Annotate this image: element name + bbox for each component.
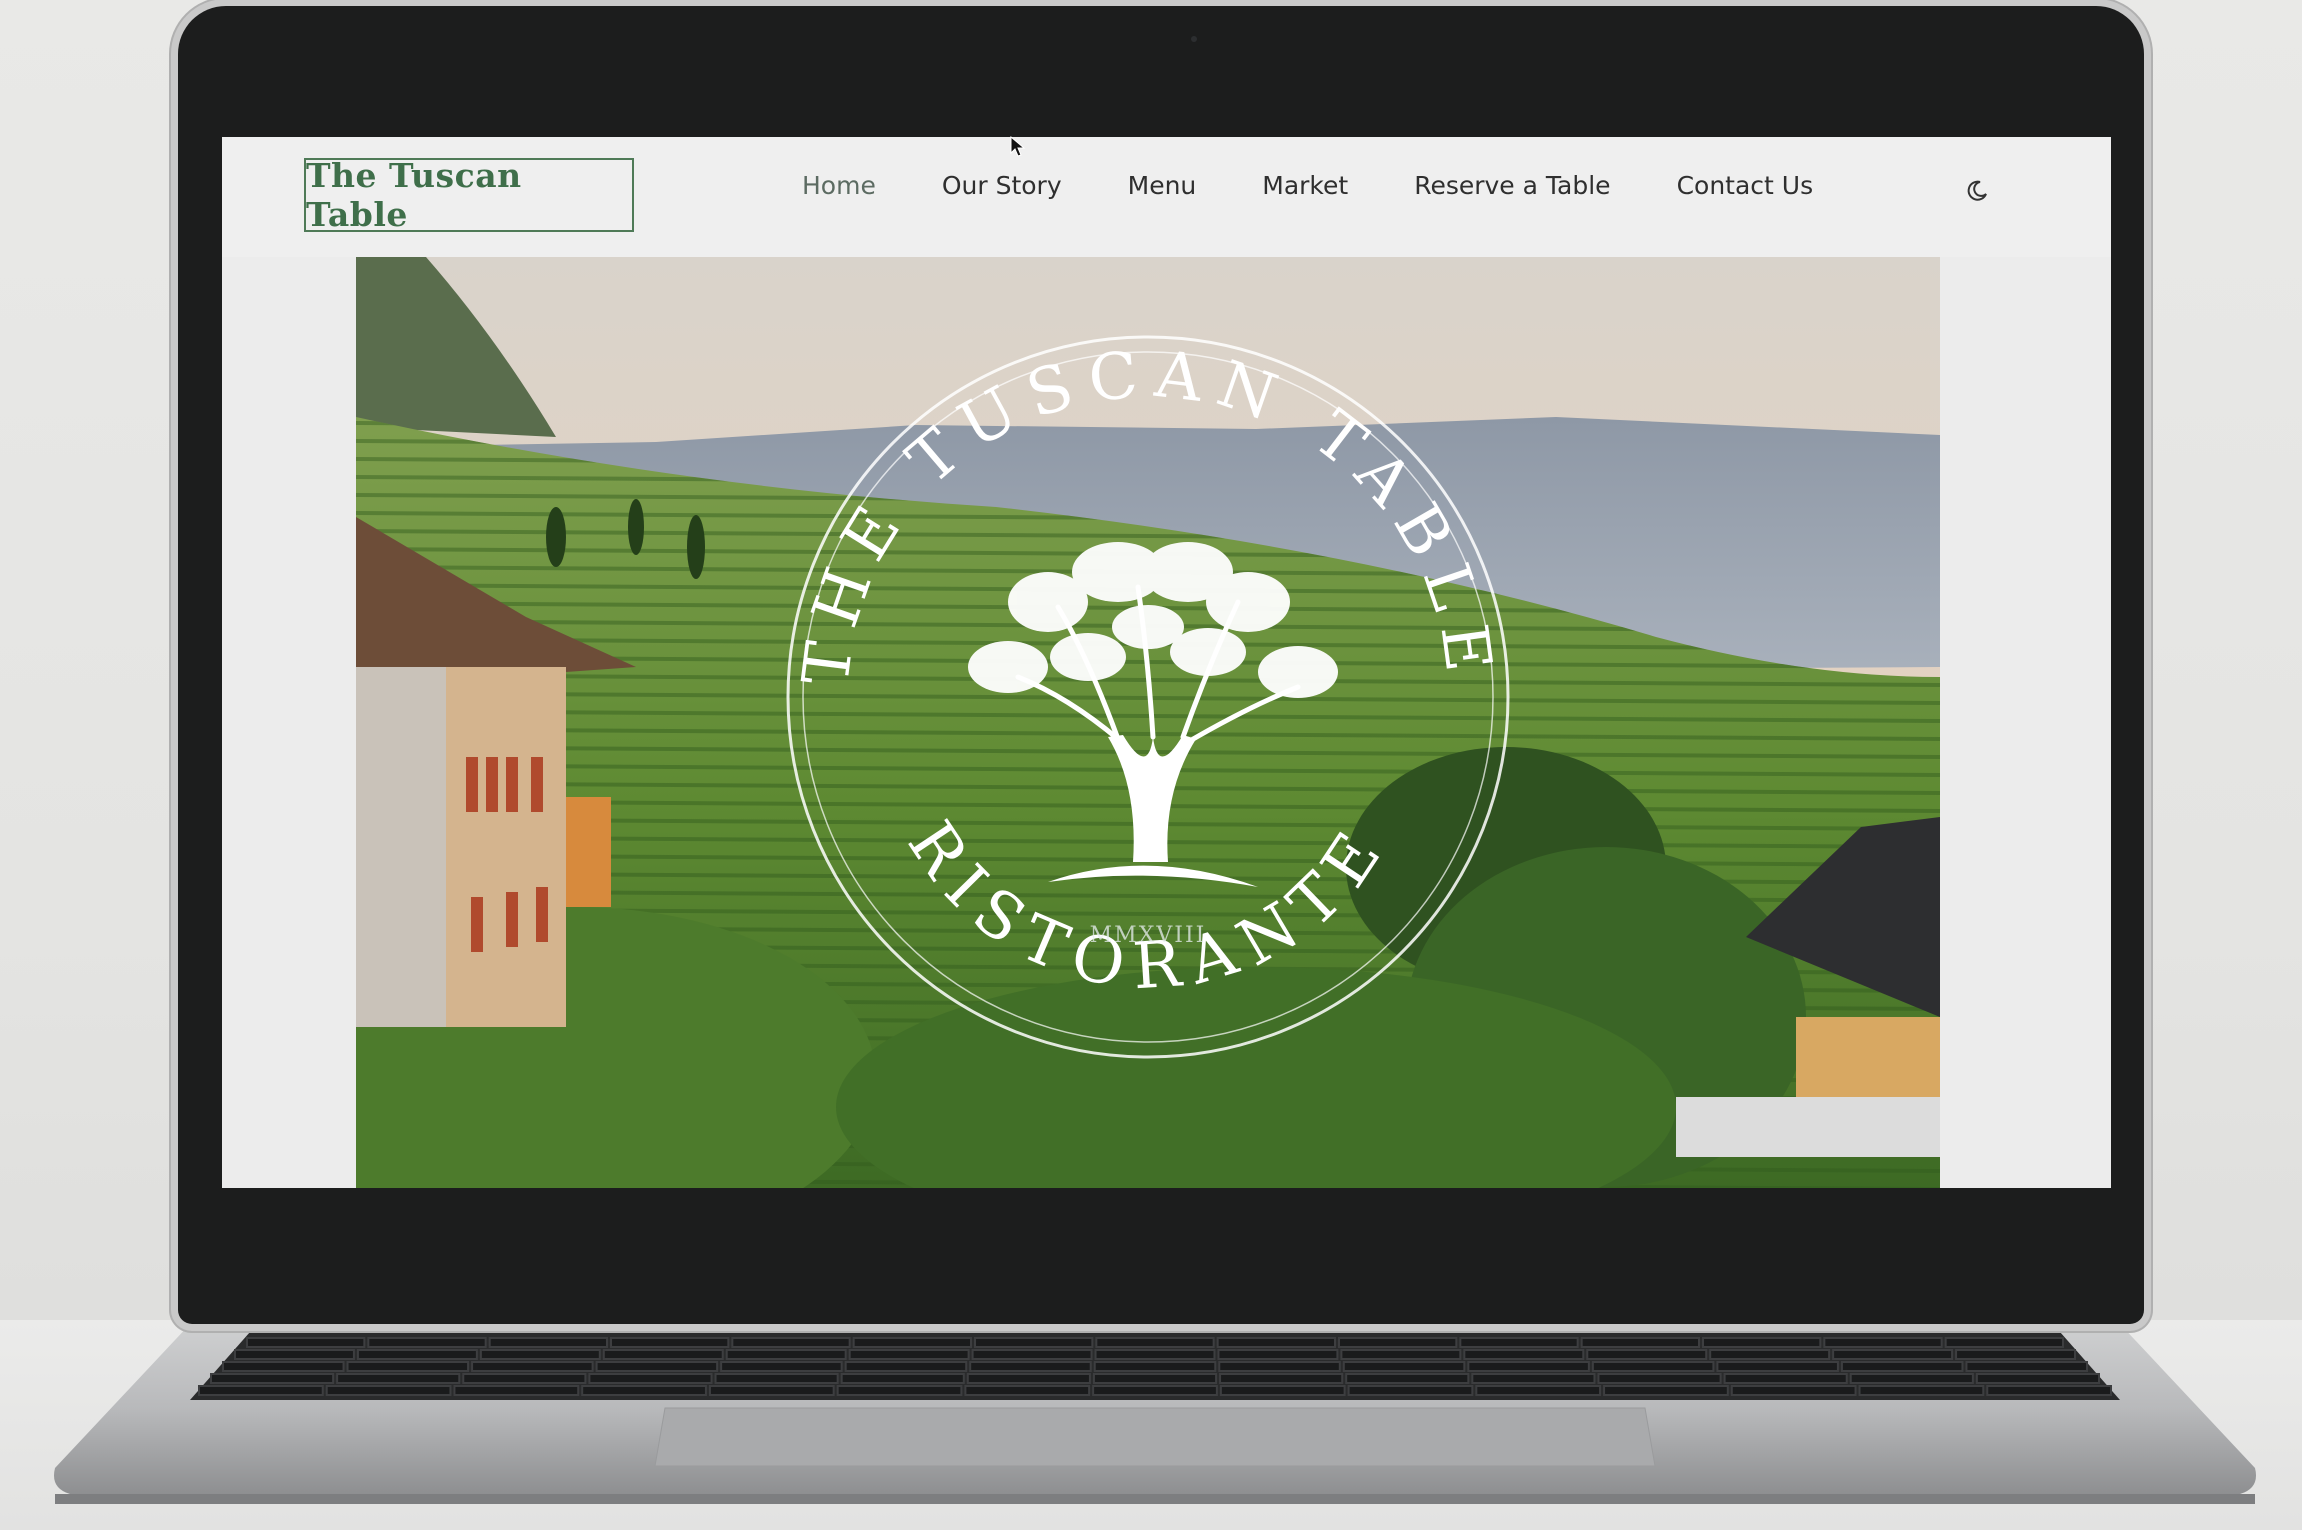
- keyboard-key: [210, 1373, 335, 1384]
- site-header: The Tuscan Table Home Our Story Menu Mar…: [222, 137, 2111, 257]
- keyboard-key: [848, 1349, 970, 1360]
- keyboard-key: [1716, 1361, 1839, 1372]
- keyboard-key: [1467, 1361, 1590, 1372]
- keyboard-key: [966, 1373, 1091, 1384]
- keyboard-key: [1944, 1337, 2064, 1348]
- keyboard-key: [1730, 1385, 1857, 1396]
- keyboard-key: [731, 1337, 851, 1348]
- keyboard-key: [588, 1373, 713, 1384]
- keyboard-key: [852, 1337, 973, 1348]
- main-nav: Home Our Story Menu Market Reserve a Tab…: [802, 171, 1879, 200]
- nav-home[interactable]: Home: [802, 171, 876, 200]
- keyboard-key: [1342, 1361, 1466, 1372]
- keyboard-key: [1858, 1385, 1985, 1396]
- keyboard-key: [488, 1337, 608, 1348]
- keyboard-key: [1586, 1349, 1708, 1360]
- hero-image: THE TUSCAN TABLE RISTORANTE MMXVIII: [356, 257, 1940, 1188]
- keyboard-key: [714, 1373, 839, 1384]
- keyboard-key: [1597, 1373, 1722, 1384]
- keyboard-key: [198, 1385, 324, 1396]
- keyboard-key: [462, 1373, 587, 1384]
- keyboard-key: [1340, 1349, 1462, 1360]
- keyboard-key: [1463, 1349, 1585, 1360]
- keyboard-key: [1849, 1373, 1974, 1384]
- keyboard-key: [479, 1349, 601, 1360]
- keyboard-key: [1345, 1373, 1470, 1384]
- keyboard-key: [1580, 1337, 1700, 1348]
- nav-contact-us[interactable]: Contact Us: [1677, 171, 1814, 200]
- keyboard-key: [1094, 1349, 1216, 1360]
- keyboard-key: [246, 1337, 366, 1348]
- keyboard-key: [1216, 1337, 1336, 1348]
- keyboard-key: [1975, 1373, 2101, 1384]
- mouse-cursor-icon: [1010, 136, 1026, 157]
- keyboard-key: [222, 1361, 345, 1372]
- keyboard-key: [1471, 1373, 1596, 1384]
- keyboard-key: [971, 1349, 1093, 1360]
- keyboard-key: [1219, 1385, 1346, 1396]
- keyboard-key: [336, 1373, 461, 1384]
- keyboard-key: [1347, 1385, 1474, 1396]
- keyboard-key: [471, 1361, 594, 1372]
- moon-icon[interactable]: [1965, 179, 1989, 203]
- keyboard-key: [840, 1373, 965, 1384]
- keyboard-key: [1092, 1373, 1218, 1384]
- keyboard-key: [844, 1361, 968, 1372]
- keyboard-key: [325, 1385, 452, 1396]
- keyboard-key: [725, 1349, 847, 1360]
- keyboard-key: [610, 1337, 730, 1348]
- keyboard-key: [581, 1385, 707, 1396]
- site-logo[interactable]: The Tuscan Table: [304, 156, 634, 234]
- keyboard-key: [720, 1361, 843, 1372]
- emblem-year: MMXVIII: [1090, 923, 1207, 948]
- nav-market[interactable]: Market: [1262, 171, 1348, 200]
- keyboard-key: [969, 1361, 1092, 1372]
- keyboard-key: [964, 1385, 1091, 1396]
- keyboard-key: [1219, 1373, 1344, 1384]
- keyboard-key: [1840, 1361, 1964, 1372]
- keyboard-key: [1591, 1361, 1715, 1372]
- keyboard-key: [1092, 1385, 1218, 1396]
- keyboard-key: [234, 1349, 355, 1360]
- keyboard-key: [356, 1349, 478, 1360]
- keyboard-key: [1218, 1361, 1341, 1372]
- keyboard-key: [1459, 1337, 1579, 1348]
- keyboard-key: [708, 1385, 835, 1396]
- keyboard-key: [1986, 1385, 2113, 1396]
- keyboard-key: [1338, 1337, 1458, 1348]
- webcam: [1191, 36, 1197, 42]
- keyboard-key: [1095, 1337, 1215, 1348]
- nav-our-story[interactable]: Our Story: [942, 171, 1062, 200]
- logo-text: The Tuscan Table: [306, 156, 522, 234]
- keyboard-key: [1723, 1373, 1848, 1384]
- keyboard-key: [974, 1337, 1094, 1348]
- keyboard-key: [1093, 1361, 1217, 1372]
- keyboard-key: [1702, 1337, 1822, 1348]
- keyboard-key: [453, 1385, 580, 1396]
- keyboard-key: [1832, 1349, 1954, 1360]
- nav-menu[interactable]: Menu: [1128, 171, 1197, 200]
- nav-reserve-table[interactable]: Reserve a Table: [1414, 171, 1610, 200]
- keyboard-key: [1217, 1349, 1339, 1360]
- keyboard-key: [1603, 1385, 1729, 1396]
- keyboard-key: [602, 1349, 724, 1360]
- keyboard-key: [1823, 1337, 1943, 1348]
- keyboard-key: [836, 1385, 963, 1396]
- keyboard-key: [1475, 1385, 1602, 1396]
- laptop-base: [54, 1324, 2256, 1504]
- keyboard-key: [346, 1361, 470, 1372]
- keyboard-key: [1955, 1349, 2076, 1360]
- keyboard-key: [367, 1337, 487, 1348]
- keyboard-key: [595, 1361, 719, 1372]
- keyboard-key: [1709, 1349, 1831, 1360]
- keyboard-key: [1965, 1361, 2089, 1372]
- browser-viewport: The Tuscan Table Home Our Story Menu Mar…: [222, 137, 2111, 1188]
